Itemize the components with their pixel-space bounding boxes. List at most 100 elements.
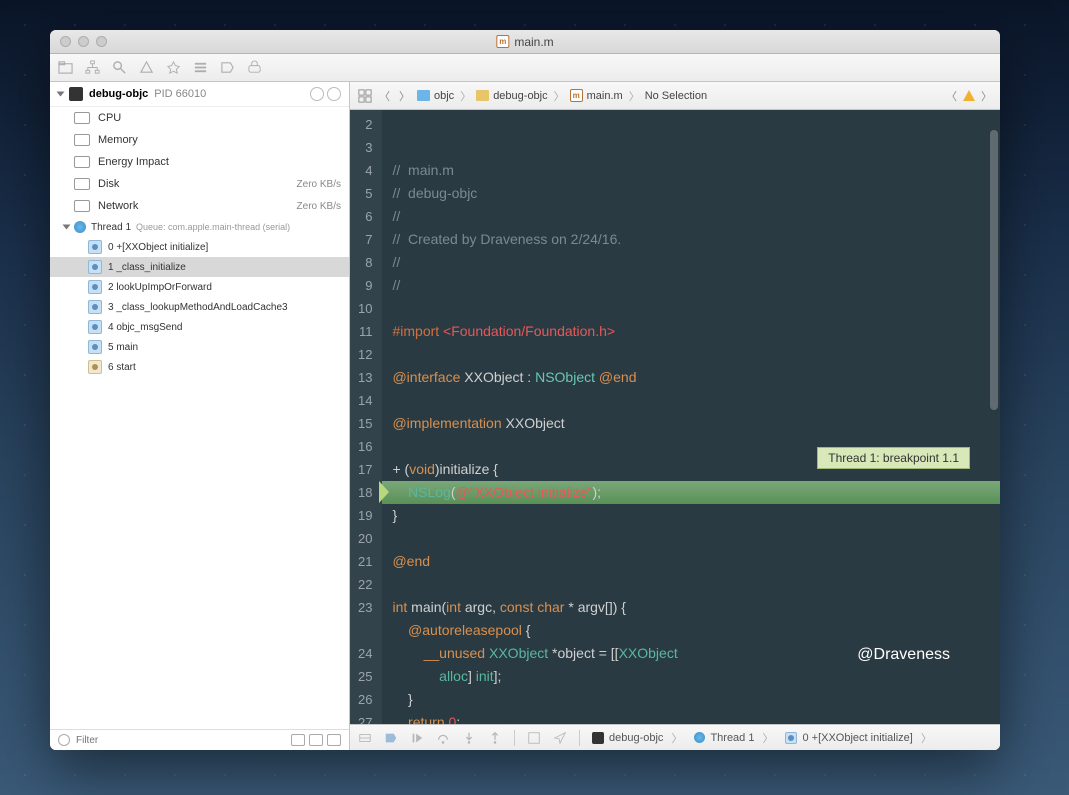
- hierarchy-icon[interactable]: [85, 60, 100, 75]
- debug-frame-crumb[interactable]: 0 +[XXObject initialize]: [785, 730, 931, 746]
- line-gutter[interactable]: 2345678910111213141516171819202122232425…: [350, 110, 382, 724]
- code-line[interactable]: @end: [382, 550, 1000, 573]
- metric-row[interactable]: Energy Impact: [50, 151, 349, 173]
- step-out-icon[interactable]: [488, 731, 502, 745]
- test-nav-icon[interactable]: [166, 60, 181, 75]
- continue-icon[interactable]: [410, 731, 424, 745]
- jump-bar[interactable]: 〈 〉 objc debug-objc mmain.m No Selection…: [350, 82, 1000, 110]
- metric-icon: [74, 178, 90, 190]
- process-pid: PID 66010: [154, 88, 206, 100]
- code-line[interactable]: return 0;: [382, 711, 1000, 724]
- stack-frame[interactable]: 5 main: [50, 337, 349, 357]
- zoom-button[interactable]: [96, 36, 107, 47]
- metric-row[interactable]: NetworkZero KB/s: [50, 195, 349, 217]
- back-button[interactable]: 〈: [377, 88, 392, 104]
- debug-process-crumb[interactable]: debug-objc: [592, 730, 682, 746]
- metric-row[interactable]: CPU: [50, 107, 349, 129]
- filter-input[interactable]: [76, 735, 285, 746]
- close-button[interactable]: [60, 36, 71, 47]
- navigator-toolbar: [50, 54, 1000, 82]
- related-items-icon[interactable]: [358, 89, 372, 103]
- footer-option-1[interactable]: [291, 734, 305, 746]
- frame-label: 2 lookUpImpOrForward: [108, 282, 212, 293]
- location-icon[interactable]: [553, 731, 567, 745]
- code-line[interactable]: //: [382, 205, 1000, 228]
- frame-icon: [88, 320, 102, 334]
- code-line[interactable]: }: [382, 688, 1000, 711]
- stack-frame[interactable]: 2 lookUpImpOrForward: [50, 277, 349, 297]
- footer-option-3[interactable]: [327, 734, 341, 746]
- code-line[interactable]: // main.m: [382, 159, 1000, 182]
- filter-icon[interactable]: [58, 734, 70, 746]
- stack-frame[interactable]: 6 start: [50, 357, 349, 377]
- forward-button[interactable]: 〉: [397, 88, 412, 104]
- thread-queue: Queue: com.apple.main-thread (serial): [136, 222, 290, 232]
- debug-bar: debug-objc Thread 1 0 +[XXObject initial…: [350, 724, 1000, 750]
- watermark: @Draveness: [857, 646, 950, 664]
- thread-header[interactable]: Thread 1 Queue: com.apple.main-thread (s…: [50, 217, 349, 237]
- code-line[interactable]: @implementation XXObject: [382, 412, 1000, 435]
- warning-icon[interactable]: [963, 90, 975, 101]
- step-into-icon[interactable]: [462, 731, 476, 745]
- code-line[interactable]: [382, 527, 1000, 550]
- code-line[interactable]: //: [382, 274, 1000, 297]
- frame-icon: [88, 360, 102, 374]
- stack-frame[interactable]: 3 _class_lookupMethodAndLoadCache3: [50, 297, 349, 317]
- frame-icon: [88, 240, 102, 254]
- view-process-icon[interactable]: [310, 87, 324, 101]
- crumb-file[interactable]: mmain.m: [570, 88, 640, 104]
- metric-label: Memory: [98, 134, 138, 146]
- stack-frame[interactable]: 1 _class_initialize: [50, 257, 349, 277]
- crumb-project[interactable]: objc: [417, 88, 471, 104]
- code-line[interactable]: //: [382, 251, 1000, 274]
- metric-row[interactable]: Memory: [50, 129, 349, 151]
- stack-frame[interactable]: 4 objc_msgSend: [50, 317, 349, 337]
- thread-name: Thread 1: [91, 222, 131, 233]
- breakpoint-nav-icon[interactable]: [220, 60, 235, 75]
- stack-frame[interactable]: 0 +[XXObject initialize]: [50, 237, 349, 257]
- report-nav-icon[interactable]: [247, 60, 262, 75]
- disclosure-icon[interactable]: [63, 225, 71, 230]
- code-line[interactable]: @autoreleasepool {: [382, 619, 1000, 642]
- metric-label: Network: [98, 200, 138, 212]
- disclosure-icon[interactable]: [57, 92, 65, 97]
- footer-option-2[interactable]: [309, 734, 323, 746]
- metric-icon: [74, 134, 90, 146]
- code-line[interactable]: [382, 297, 1000, 320]
- app-icon: [69, 87, 83, 101]
- code-line[interactable]: @interface XXObject : NSObject @end: [382, 366, 1000, 389]
- breakpoints-toggle-icon[interactable]: [384, 731, 398, 745]
- code-line[interactable]: // debug-objc: [382, 182, 1000, 205]
- code-line[interactable]: NSLog(@"XXObject initialize");: [382, 481, 1000, 504]
- titlebar[interactable]: m main.m: [50, 30, 1000, 54]
- xcode-window: m main.m debug-objc PID 66010 CPUMem: [50, 30, 1000, 750]
- view-threads-icon[interactable]: [327, 87, 341, 101]
- crumb-target[interactable]: debug-objc: [476, 88, 564, 104]
- code-line[interactable]: // Created by Draveness on 2/24/16.: [382, 228, 1000, 251]
- process-header[interactable]: debug-objc PID 66010: [50, 82, 349, 107]
- metric-row[interactable]: DiskZero KB/s: [50, 173, 349, 195]
- debug-nav-icon[interactable]: [193, 60, 208, 75]
- code-editor[interactable]: 2345678910111213141516171819202122232425…: [350, 110, 1000, 724]
- code-line[interactable]: }: [382, 504, 1000, 527]
- frame-icon: [88, 340, 102, 354]
- code-line[interactable]: [382, 389, 1000, 412]
- code-line[interactable]: #import <Foundation/Foundation.h>: [382, 320, 1000, 343]
- debug-thread-crumb[interactable]: Thread 1: [694, 730, 773, 746]
- warning-nav-icon[interactable]: [139, 60, 154, 75]
- scrollbar-vertical[interactable]: [990, 130, 998, 410]
- nav-forward-secondary[interactable]: 〉: [981, 88, 992, 104]
- step-over-icon[interactable]: [436, 731, 450, 745]
- code-content[interactable]: // main.m// debug-objc//// Created by Dr…: [382, 110, 1000, 724]
- view-debug-icon[interactable]: [527, 731, 541, 745]
- search-icon[interactable]: [112, 60, 127, 75]
- minimize-button[interactable]: [78, 36, 89, 47]
- folder-icon[interactable]: [58, 60, 73, 75]
- crumb-selection[interactable]: No Selection: [645, 90, 713, 102]
- code-line[interactable]: [382, 343, 1000, 366]
- nav-back-secondary[interactable]: 〈: [946, 88, 957, 104]
- code-line[interactable]: int main(int argc, const char * argv[]) …: [382, 596, 1000, 619]
- code-line[interactable]: [382, 573, 1000, 596]
- hide-debug-icon[interactable]: [358, 731, 372, 745]
- code-line[interactable]: alloc] init];: [382, 665, 1000, 688]
